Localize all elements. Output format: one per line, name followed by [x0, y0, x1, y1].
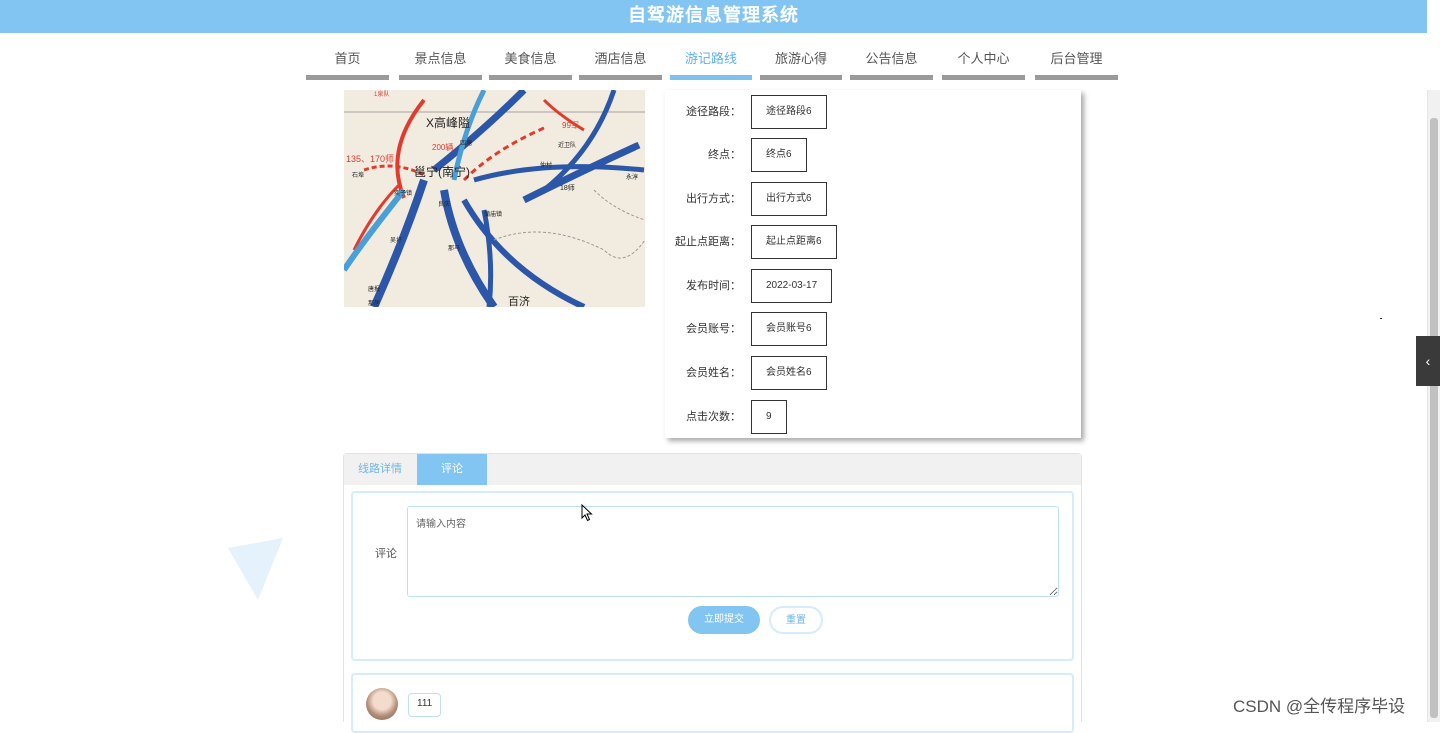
map-label: 永淳	[626, 173, 638, 181]
map-label: 吴圩	[390, 236, 402, 244]
field-value: 起止点距离6	[751, 225, 837, 259]
tab-route-details[interactable]: 线路详情	[344, 454, 416, 485]
field-label: 出行方式：	[686, 193, 741, 205]
field-label: 会员姓名：	[686, 367, 741, 379]
field-label: 起止点距离：	[675, 236, 741, 248]
map-label: 百济	[508, 294, 530, 307]
main-nav: 首页 景点信息 美食信息 酒店信息 游记路线 旅游心得 公告信息 个人中心 后台…	[0, 42, 1427, 82]
nav-item-home[interactable]: 首页	[306, 42, 389, 80]
map-label: 18师	[560, 183, 575, 192]
comment-text: 111	[408, 693, 442, 717]
avatar	[366, 688, 398, 720]
field-label: 途径路段：	[686, 106, 741, 118]
map-label: 那居	[368, 299, 380, 307]
map-label: 99军	[562, 121, 579, 130]
map-label: 200辆	[432, 142, 453, 152]
submit-button[interactable]: 立即提交	[688, 606, 760, 634]
map-label: 135、170师	[346, 153, 394, 164]
field-value: 途径路段6	[751, 95, 827, 129]
map-label: 1泉队	[374, 90, 389, 98]
map-label: 蒲庙镇	[484, 210, 502, 218]
detail-tabs: 线路详情 评论 评论 立即提交 重置 111	[343, 453, 1082, 733]
watermark: CSDN @全传程序毕设	[1233, 697, 1406, 716]
map-label: X高峰隘	[426, 115, 470, 130]
map-label: 仲村	[540, 161, 552, 169]
map-label: 奕子镇	[394, 189, 412, 197]
nav-item-announcements[interactable]: 公告信息	[850, 42, 933, 80]
field-value: 终点6	[751, 138, 807, 172]
nav-item-personal-center[interactable]: 个人中心	[942, 42, 1025, 80]
field-label: 终点：	[708, 149, 741, 161]
map-label: 石埠	[352, 171, 364, 179]
field-value: 2022-03-17	[751, 269, 833, 303]
nav-item-admin[interactable]: 后台管理	[1035, 42, 1118, 80]
field-label: 会员账号：	[686, 323, 741, 335]
field-value: 会员账号6	[751, 312, 827, 346]
map-label: 良庆	[438, 200, 450, 208]
route-map-image: 1泉队 X高峰隘 99军 200辆 135、170师 四塘 邕宁(南宁) 近卫队…	[344, 90, 645, 307]
nav-item-travel-notes[interactable]: 旅游心得	[760, 42, 842, 80]
comment-input[interactable]	[407, 506, 1059, 597]
comment-list: 111	[351, 673, 1074, 733]
chevron-left-icon: ‹	[1425, 353, 1431, 369]
nav-item-food[interactable]: 美食信息	[489, 42, 572, 80]
field-label: 发布时间：	[686, 280, 741, 292]
tab-bar: 线路详情 评论	[344, 454, 1081, 485]
nav-item-hotels[interactable]: 酒店信息	[579, 42, 662, 80]
comment-field-label: 评论	[375, 548, 397, 560]
route-detail-card: 途径路段： 途径路段6 终点： 终点6 出行方式： 出行方式6 起止点距离： 起…	[665, 90, 1081, 438]
side-panel-toggle[interactable]: ‹	[1416, 336, 1440, 386]
nav-item-attractions[interactable]: 景点信息	[399, 42, 482, 80]
page-scrollbar[interactable]	[1427, 90, 1440, 722]
map-label: 邕宁(南宁)	[414, 164, 470, 179]
map-label: 那马	[448, 244, 460, 252]
field-value: 出行方式6	[751, 182, 827, 216]
map-label: 四塘	[460, 139, 472, 147]
comment-form: 评论 立即提交 重置	[351, 491, 1074, 661]
tab-comments[interactable]: 评论	[417, 454, 487, 485]
site-title: 自驾游信息管理系统	[628, 5, 799, 25]
stray-dot	[1380, 318, 1382, 319]
site-header: 自驾游信息管理系统	[0, 0, 1427, 33]
decorative-triangle-icon	[228, 538, 283, 600]
map-label: 近卫队	[558, 141, 576, 149]
map-label: 唐报	[368, 285, 380, 293]
nav-item-travel-routes[interactable]: 游记路线	[670, 42, 752, 80]
reset-button[interactable]: 重置	[769, 606, 823, 634]
field-value: 9	[751, 400, 787, 434]
mouse-cursor-icon	[581, 504, 593, 522]
scrollbar-thumb[interactable]	[1430, 118, 1438, 718]
field-value: 会员姓名6	[751, 356, 827, 390]
field-label: 点击次数：	[686, 411, 741, 423]
